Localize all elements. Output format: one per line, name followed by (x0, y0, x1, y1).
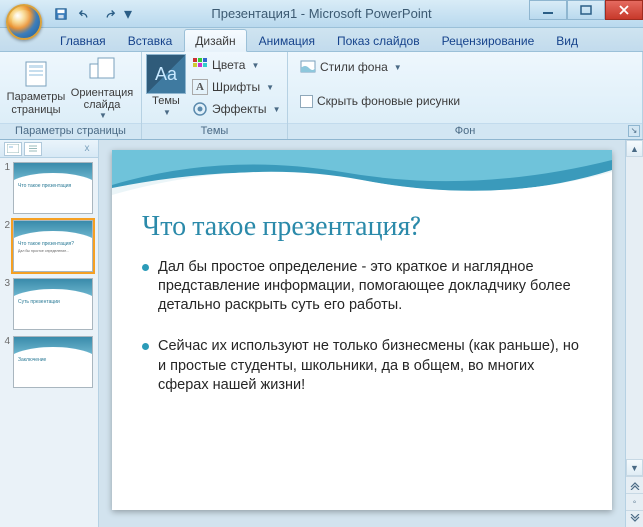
slide-edit-area: Что такое презентация? Дал бы простое оп… (99, 140, 625, 527)
tab-insert[interactable]: Вставка (118, 30, 183, 51)
fonts-label: Шрифты (212, 80, 260, 94)
chevron-down-icon: ▼ (273, 105, 281, 114)
ribbon: Параметры страницы Ориентация слайда ▼ П… (0, 52, 643, 140)
maximize-button[interactable] (567, 0, 605, 20)
work-area: x 1 Что такое презентация 2 Что такое пр… (0, 140, 643, 527)
page-setup-button[interactable]: Параметры страницы (4, 54, 68, 120)
tab-review[interactable]: Рецензирование (432, 30, 545, 51)
next-slide-button[interactable] (626, 510, 643, 527)
tab-view[interactable]: Вид (546, 30, 588, 51)
hide-background-graphics-checkbox[interactable]: Скрыть фоновые рисунки (296, 90, 464, 112)
theme-effects-button[interactable]: Эффекты ▼ (188, 98, 284, 120)
theme-fonts-button[interactable]: A Шрифты ▼ (188, 76, 284, 98)
thumbnail-row[interactable]: 4 Заключение (2, 336, 96, 388)
themes-label: Темы (152, 95, 180, 107)
slide-number: 3 (2, 278, 10, 289)
group-themes: Aa Темы ▼ Цвета▼ A Шрифты▼ Эффекты▼ Те (142, 52, 288, 139)
slide-title[interactable]: Что такое презентация? (142, 210, 582, 243)
themes-gallery[interactable]: Aa Темы ▼ (146, 54, 186, 120)
slide-thumbnail[interactable]: Суть презентации (13, 278, 93, 330)
select-browse-object-button[interactable]: ◦ (626, 493, 643, 510)
thumbnail-row[interactable]: 1 Что такое презентация (2, 162, 96, 214)
title-bar: ▾ Презентация1 - Microsoft PowerPoint (0, 0, 643, 28)
slide-orientation-button[interactable]: Ориентация слайда ▼ (70, 54, 134, 120)
fonts-icon: A (192, 79, 208, 95)
background-styles-label: Стили фона (320, 60, 388, 74)
thumbnail-list: 1 Что такое презентация 2 Что такое през… (0, 158, 98, 392)
background-styles-icon (300, 59, 316, 75)
slide-body[interactable]: Дал бы простое определение - это краткое… (142, 258, 586, 417)
effects-icon (192, 101, 208, 117)
office-button[interactable] (6, 4, 42, 40)
close-panel-icon[interactable]: x (80, 143, 94, 154)
vertical-scrollbar: ▲ ▼ ◦ (625, 140, 643, 527)
colors-icon (192, 57, 208, 73)
chevron-down-icon: ▼ (163, 108, 171, 117)
slides-panel-header: x (0, 140, 98, 158)
slides-panel: x 1 Что такое презентация 2 Что такое пр… (0, 140, 99, 527)
hide-graphics-label: Скрыть фоновые рисунки (317, 94, 460, 108)
background-styles-button[interactable]: Стили фона ▼ (296, 56, 406, 78)
slide-number: 2 (2, 220, 10, 231)
scroll-track[interactable] (626, 157, 643, 459)
undo-icon[interactable] (74, 4, 96, 24)
theme-thumbnail-icon: Aa (146, 54, 186, 94)
tab-design[interactable]: Дизайн (184, 29, 246, 52)
orientation-label: Ориентация слайда (70, 87, 134, 111)
close-button[interactable] (605, 0, 643, 20)
minimize-button[interactable] (529, 0, 567, 20)
group-label-themes: Темы (201, 125, 229, 137)
group-background: Стили фона ▼ Скрыть фоновые рисунки Фон ↘ (288, 52, 643, 139)
theme-colors-button[interactable]: Цвета ▼ (188, 54, 284, 76)
checkbox-icon (300, 95, 313, 108)
slides-tab-icon[interactable] (4, 142, 22, 156)
slide-number: 4 (2, 336, 10, 347)
orientation-icon (86, 54, 118, 86)
quick-access-toolbar: ▾ (50, 4, 134, 24)
slide-thumbnail[interactable]: Что такое презентация?Дал бы простое опр… (13, 220, 93, 272)
thumbnail-row[interactable]: 2 Что такое презентация?Дал бы простое о… (2, 220, 96, 272)
bullet-item: Дал бы простое определение - это краткое… (142, 258, 586, 315)
qat-customize-icon[interactable]: ▾ (122, 4, 134, 24)
slide-thumbnail[interactable]: Заключение (13, 336, 93, 388)
redo-icon[interactable] (98, 4, 120, 24)
tab-home[interactable]: Главная (50, 30, 116, 51)
save-icon[interactable] (50, 4, 72, 24)
scroll-up-button[interactable]: ▲ (626, 140, 643, 157)
window-controls (529, 0, 643, 20)
colors-label: Цвета (212, 58, 245, 72)
page-setup-label: Параметры страницы (4, 91, 68, 115)
slide-canvas[interactable]: Что такое презентация? Дал бы простое оп… (112, 150, 612, 510)
dialog-launcher-icon[interactable]: ↘ (628, 125, 640, 137)
tab-animations[interactable]: Анимация (249, 30, 325, 51)
outline-tab-icon[interactable] (24, 142, 42, 156)
chevron-down-icon: ▼ (266, 83, 274, 92)
scroll-down-button[interactable]: ▼ (626, 459, 643, 476)
thumbnail-row[interactable]: 3 Суть презентации (2, 278, 96, 330)
bullet-item: Сейчас их используют не только бизнесмен… (142, 337, 586, 394)
ribbon-tabs: Главная Вставка Дизайн Анимация Показ сл… (0, 28, 643, 52)
chevron-down-icon: ▼ (394, 63, 402, 72)
tab-slideshow[interactable]: Показ слайдов (327, 30, 430, 51)
group-page-setup: Параметры страницы Ориентация слайда ▼ П… (0, 52, 142, 139)
page-setup-icon (20, 58, 52, 90)
chevron-down-icon: ▼ (99, 112, 107, 121)
chevron-down-icon: ▼ (251, 61, 259, 70)
group-label-background: Фон (455, 125, 476, 137)
slide-number: 1 (2, 162, 10, 173)
effects-label: Эффекты (212, 102, 267, 116)
prev-slide-button[interactable] (626, 476, 643, 493)
slide-thumbnail[interactable]: Что такое презентация (13, 162, 93, 214)
group-label-page-setup: Параметры страницы (0, 123, 141, 139)
